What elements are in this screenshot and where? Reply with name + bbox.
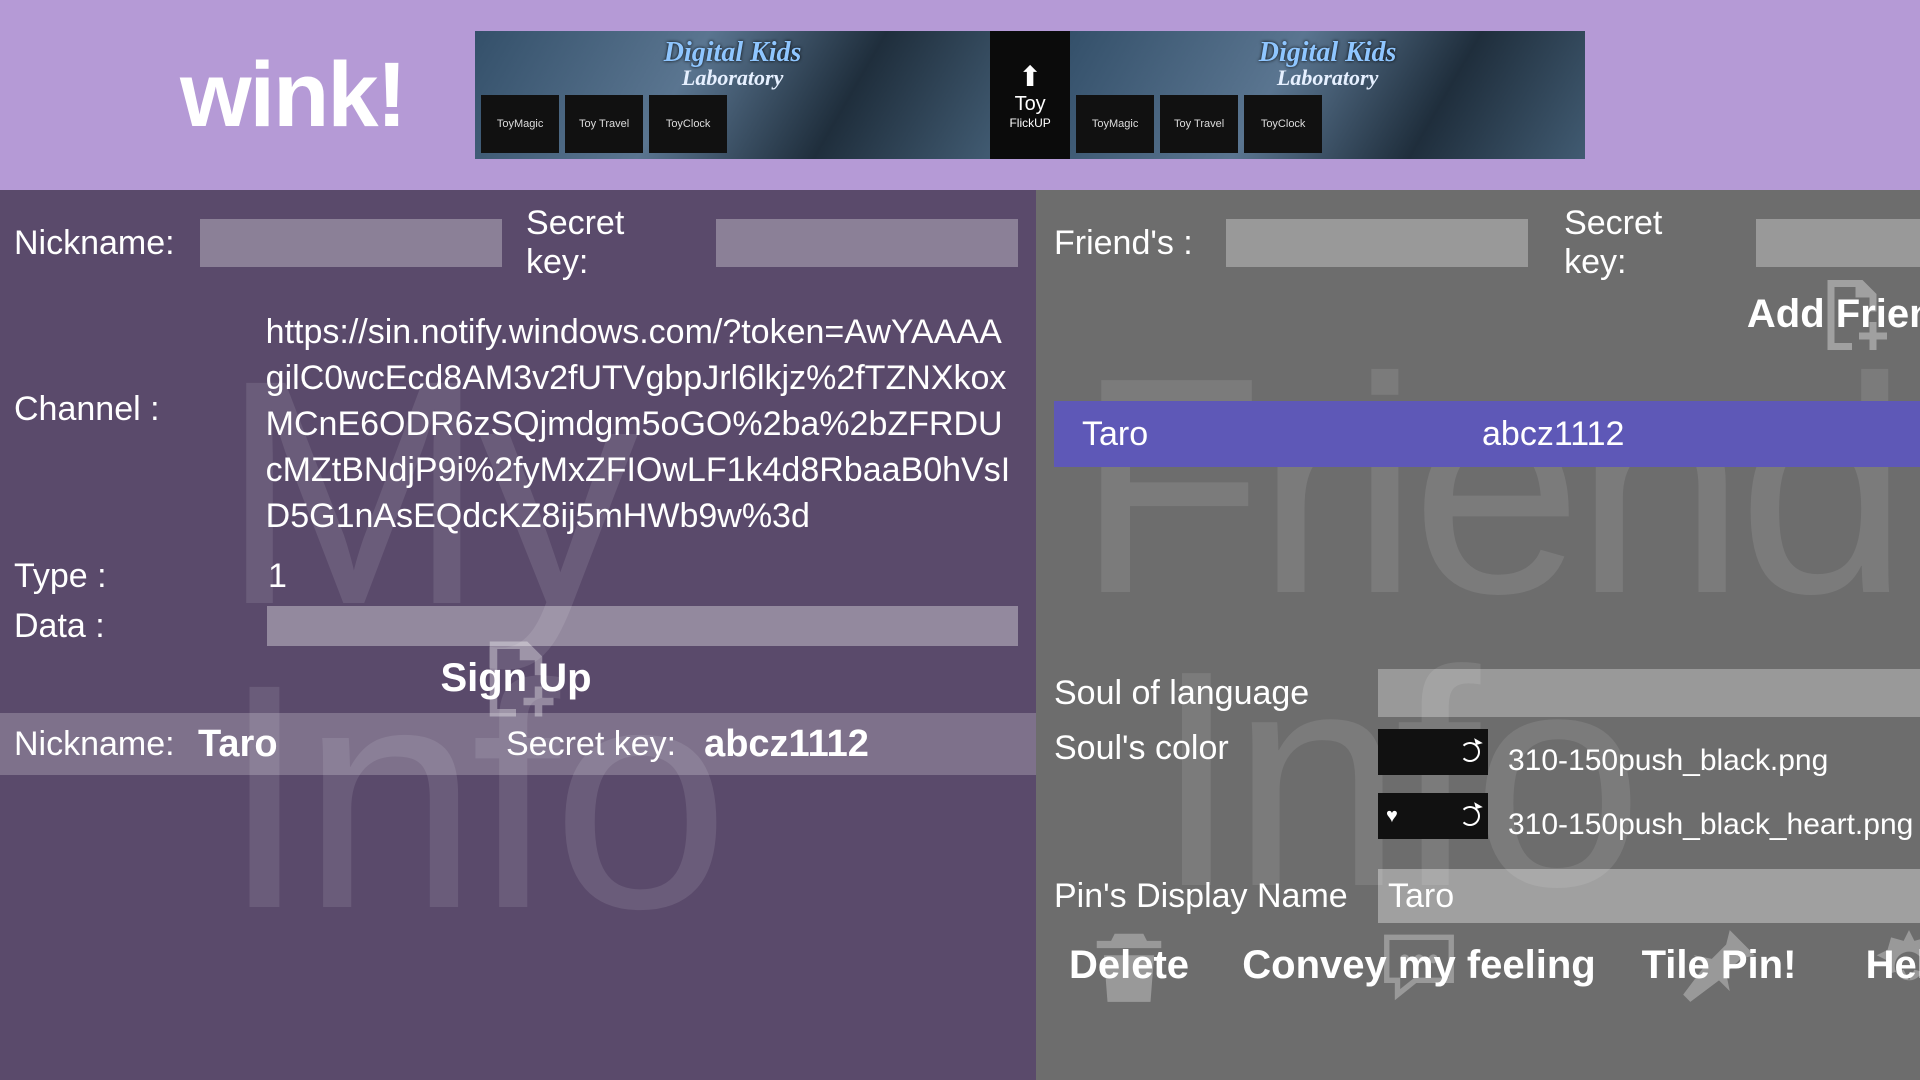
banner-subtitle: Laboratory [481,65,984,91]
banner-mid-top: Toy [1015,93,1046,116]
nickname-label-2: Nickname: [14,725,180,764]
nickname-value: Taro [198,723,488,766]
soul-color-label: Soul's color [1054,729,1354,768]
banner-mid-bot: FlickUP [1009,116,1050,130]
saved-credentials-row[interactable]: Nickname: Taro Secret key: abcz1112 [0,713,1036,775]
nickname-input[interactable] [200,219,502,267]
data-input[interactable] [267,606,1018,646]
pin-display-name-input[interactable] [1378,869,1920,923]
soul-color-option[interactable]: 310-150push_black.png [1378,729,1913,793]
sign-up-button[interactable]: Sign Up [440,656,591,701]
ad-banner[interactable]: Digital Kids Laboratory ToyMagicToy Trav… [475,31,1585,159]
my-info-panel: MyInfo Nickname: Secret key: Channel : h… [0,190,1036,1080]
color-file-name: 310-150push_black_heart.png [1508,808,1913,842]
reload-icon [1460,742,1480,762]
friend-secret-input[interactable] [1756,219,1920,267]
app-title: wink! [180,49,405,141]
help-button[interactable]: Help [1854,943,1920,988]
friend-info-panel: Friend Info Friend's : Secret key: Add F… [1036,190,1920,1080]
banner-segment: Digital Kids Laboratory ToyMagicToy Trav… [1070,31,1585,159]
friend-label: Friend's : [1054,224,1202,263]
color-file-name: 310-150push_black.png [1508,744,1828,778]
secret-key-input[interactable] [716,219,1018,267]
friend-item-name: Taro [1082,415,1482,454]
add-friend-button[interactable]: Add Friend [1747,292,1920,337]
type-label: Type : [14,557,244,596]
sign-up-label: Sign Up [440,656,591,701]
secret-key-value: abcz1112 [704,723,869,766]
soul-color-option[interactable]: ♥ 310-150push_black_heart.png [1378,793,1913,857]
convey-label: Convey my feeling [1242,943,1595,988]
soul-language-label: Soul of language [1054,674,1354,713]
friend-secret-label: Secret key: [1564,204,1732,282]
channel-value: https://sin.notify.windows.com/?token=Aw… [266,310,1018,539]
banner-icon-row: ToyMagicToy TravelToyClock [481,95,984,153]
color-tile-icon: ♥ [1378,793,1488,839]
add-friend-label: Add Friend [1747,292,1920,337]
tile-pin-label: Tile Pin! [1642,943,1797,988]
secret-key-label-2: Secret key: [506,725,676,764]
convey-feeling-button[interactable]: Convey my feeling [1254,943,1584,988]
channel-label: Channel : [14,390,242,429]
friend-list: Taro abcz1112 [1054,401,1920,467]
tile-pin-button[interactable]: Tile Pin! [1634,943,1804,988]
delete-button[interactable]: Delete [1054,943,1204,988]
delete-label: Delete [1069,943,1189,988]
type-value: 1 [268,557,287,596]
nickname-label: Nickname: [14,224,176,263]
help-label: Help [1866,943,1920,988]
banner-icon-row: ToyMagicToy TravelToyClock [1076,95,1579,153]
header: wink! Digital Kids Laboratory ToyMagicTo… [0,0,1920,190]
banner-mid-icon: ⬆ Toy FlickUP [990,31,1070,159]
pin-display-name-label: Pin's Display Name [1054,877,1354,916]
heart-icon: ♥ [1386,805,1398,828]
friend-name-input[interactable] [1226,219,1528,267]
data-label: Data : [14,607,243,646]
banner-segment: Digital Kids Laboratory ToyMagicToy Trav… [475,31,990,159]
color-tile-icon [1378,729,1488,775]
soul-language-input[interactable] [1378,669,1920,717]
reload-icon [1460,806,1480,826]
friend-item-key: abcz1112 [1482,415,1624,454]
secret-key-label: Secret key: [526,204,692,282]
friend-list-item[interactable]: Taro abcz1112 [1054,401,1920,467]
banner-subtitle: Laboratory [1076,65,1579,91]
